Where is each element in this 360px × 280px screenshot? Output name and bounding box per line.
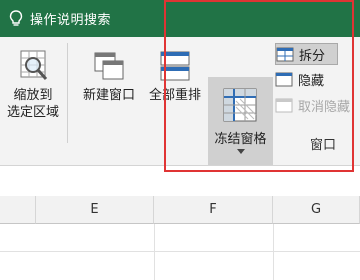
hide-label: 隐藏 — [298, 73, 325, 89]
column-header-f[interactable]: F — [154, 196, 273, 224]
zoom-to-selection-button[interactable]: 缩放到 选定区域 — [2, 49, 64, 121]
unhide-icon — [275, 98, 293, 112]
group-separator — [67, 43, 68, 143]
zoom-to-selection-label-1: 缩放到 — [13, 88, 53, 103]
arrange-all-button[interactable]: 全部重排 — [143, 49, 207, 104]
ribbon-view-tab: 缩放到 选定区域 新建窗口 全部重排 冻结窗格 拆分 隐藏 取消隐藏 窗口 — [0, 37, 360, 166]
hide-icon — [275, 72, 293, 86]
unhide-button[interactable]: 取消隐藏 — [275, 95, 350, 115]
gridline — [154, 224, 155, 280]
column-header-g[interactable]: G — [273, 196, 360, 224]
title-bar: 操作说明搜索 — [0, 0, 360, 37]
column-header-e[interactable]: E — [36, 196, 154, 224]
lightbulb-icon — [9, 9, 23, 26]
formula-bar[interactable] — [0, 166, 360, 197]
split-button[interactable]: 拆分 — [275, 43, 338, 65]
new-window-label: 新建窗口 — [82, 88, 135, 103]
window-group-label: 窗口 — [310, 138, 337, 153]
worksheet-grid[interactable]: E F G — [0, 196, 360, 280]
tell-me-text: 操作说明搜索 — [30, 13, 112, 28]
freeze-panes-label: 冻结窗格 — [214, 132, 267, 147]
freeze-panes-button[interactable]: 冻结窗格 — [208, 77, 273, 165]
arrange-all-icon — [160, 51, 190, 81]
gridline — [273, 224, 274, 280]
unhide-label: 取消隐藏 — [298, 99, 351, 115]
tell-me-search[interactable]: 操作说明搜索 — [8, 9, 111, 28]
chevron-down-icon — [237, 149, 245, 154]
arrange-all-label: 全部重排 — [148, 88, 201, 103]
split-icon — [276, 47, 294, 61]
gridline — [0, 251, 360, 252]
zoom-to-selection-label-2: 选定区域 — [6, 105, 59, 120]
hide-button[interactable]: 隐藏 — [275, 69, 324, 89]
freeze-panes-icon — [223, 88, 257, 122]
split-label: 拆分 — [299, 48, 326, 64]
corner-header[interactable] — [0, 196, 36, 224]
zoom-to-selection-icon — [20, 50, 48, 80]
new-window-button[interactable]: 新建窗口 — [76, 49, 142, 104]
new-window-icon — [94, 52, 124, 80]
